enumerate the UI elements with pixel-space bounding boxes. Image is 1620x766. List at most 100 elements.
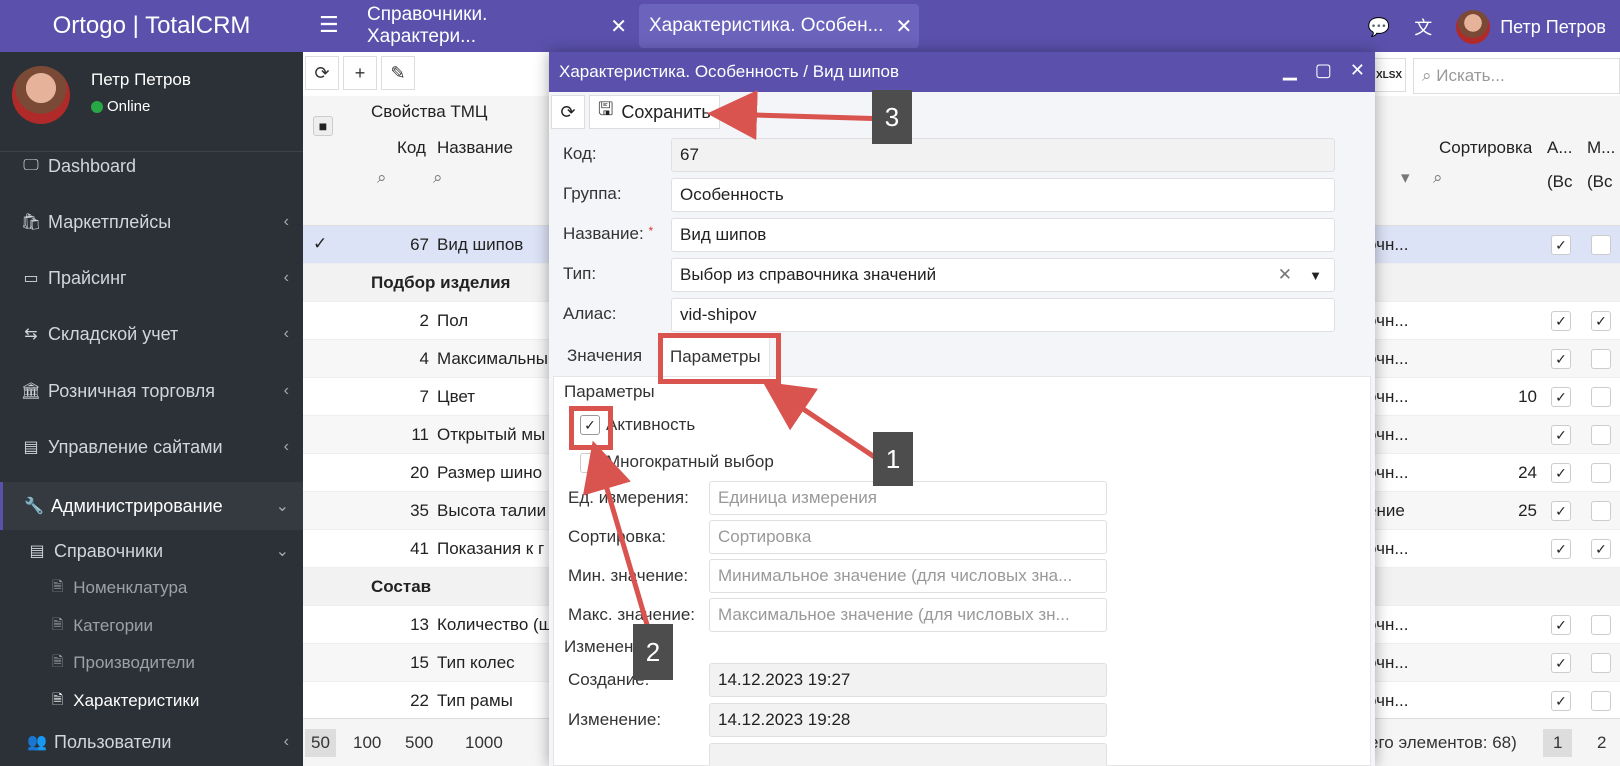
sidebar-item-label: Номенклатура: [73, 578, 188, 597]
column-header-active[interactable]: А...: [1547, 138, 1575, 158]
active-checkbox[interactable]: ✓: [1551, 349, 1571, 369]
filter-multi-select[interactable]: (Вс: [1587, 172, 1620, 192]
sidebar-item-references[interactable]: ▤ Справочники ⌄: [0, 532, 303, 570]
page-size-option[interactable]: 500: [399, 729, 439, 757]
sidebar-subitem-characteristics[interactable]: 🗎 Характеристики: [0, 683, 303, 719]
active-checkbox[interactable]: ✓: [1551, 501, 1571, 521]
language-icon[interactable]: 文: [1414, 14, 1432, 40]
multi-checkbox[interactable]: [1591, 425, 1611, 445]
add-button[interactable]: +: [343, 56, 377, 90]
user-menu[interactable]: Петр Петров: [1456, 10, 1606, 44]
code-cell: 2: [419, 311, 429, 330]
multi-checkbox[interactable]: [1591, 653, 1611, 673]
sidebar-item-sites[interactable]: ▤ Управление сайтами ‹: [0, 427, 303, 467]
close-icon[interactable]: ✕: [895, 14, 912, 39]
sort-cell: 10: [1518, 387, 1537, 406]
max-field[interactable]: Максимальное значение (для числовых зн..…: [709, 598, 1107, 632]
sort-field[interactable]: Сортировка: [709, 520, 1107, 554]
sidebar-item-dashboard[interactable]: 🖵 Dashboard: [0, 146, 303, 186]
maximize-icon[interactable]: ▢: [1315, 60, 1332, 81]
clear-icon[interactable]: ✕: [1278, 265, 1292, 285]
page-size-option[interactable]: 1000: [459, 729, 509, 757]
active-checkbox[interactable]: ✓: [1551, 691, 1571, 711]
sidebar-item-marketplaces[interactable]: 🛍 Маркетплейсы ‹: [0, 202, 303, 242]
min-field[interactable]: Минимальное значение (для числовых зна..…: [709, 559, 1107, 593]
active-checkbox[interactable]: ✓: [1551, 387, 1571, 407]
floppy-icon: 🖫: [598, 99, 614, 119]
tab-references[interactable]: Справочники. Характери... ✕: [357, 4, 627, 48]
close-icon[interactable]: ✕: [1350, 60, 1365, 81]
sidebar-subitem-nomenclature[interactable]: 🗎 Номенклатура: [0, 570, 303, 606]
filter-search-icon[interactable]: ⌕: [377, 168, 387, 188]
filter-active-select[interactable]: (Вс: [1547, 172, 1581, 192]
page-button[interactable]: 2: [1591, 729, 1612, 757]
chat-icon[interactable]: 💬: [1368, 17, 1390, 38]
active-checkbox[interactable]: ✓: [1551, 615, 1571, 635]
tab-values[interactable]: Значения: [567, 346, 642, 366]
multi-checkbox[interactable]: [1591, 501, 1611, 521]
filter-search-icon[interactable]: ⌕: [1433, 168, 1443, 188]
multi-checkbox[interactable]: ✓: [1591, 539, 1611, 559]
chevron-left-icon: ‹: [283, 213, 289, 230]
multi-checkbox[interactable]: ✓: [1591, 311, 1611, 331]
app-brand[interactable]: Ortogo | TotalCRM: [0, 0, 303, 52]
page-size-option[interactable]: 100: [347, 729, 387, 757]
sidebar-item-retail[interactable]: 🏛 Розничная торговля ‹: [0, 371, 303, 411]
code-cell: 13: [410, 615, 429, 634]
chevron-down-icon[interactable]: ▼: [1309, 268, 1322, 283]
multi-checkbox[interactable]: [1591, 235, 1611, 255]
group-field[interactable]: Особенность: [671, 178, 1335, 212]
active-checkbox[interactable]: ✓: [1551, 311, 1571, 331]
code-field[interactable]: 67: [671, 138, 1335, 172]
page-size-option[interactable]: 50: [305, 729, 336, 757]
type-cell: очн...: [1367, 235, 1409, 254]
filter-search-icon[interactable]: ⌕: [433, 168, 443, 188]
column-header-code[interactable]: Код: [397, 138, 426, 158]
multi-checkbox[interactable]: [1591, 349, 1611, 369]
bag-icon: 🛍: [20, 214, 42, 231]
refresh-button[interactable]: ⟳: [551, 95, 585, 129]
sidebar-item-users[interactable]: 👥 Пользователи ‹: [0, 722, 303, 762]
name-field[interactable]: Вид шипов: [671, 218, 1335, 252]
column-header-name[interactable]: Название: [437, 138, 513, 158]
multi-checkbox[interactable]: [1591, 463, 1611, 483]
select-all-checkbox[interactable]: ■: [313, 116, 333, 136]
exchange-icon: ⇆: [24, 326, 38, 343]
alias-field[interactable]: vid-shipov: [671, 298, 1335, 332]
sort-label: Сортировка:: [568, 527, 667, 546]
column-header-multi[interactable]: М...: [1587, 138, 1617, 158]
sidebar-subitem-manufacturers[interactable]: 🗎 Производители: [0, 645, 303, 681]
tab-characteristic[interactable]: Характеристика. Особен... ✕: [639, 4, 919, 48]
type-cell: ение: [1367, 501, 1405, 520]
multi-checkbox[interactable]: [580, 453, 600, 473]
close-icon[interactable]: ✕: [610, 14, 627, 39]
chevron-left-icon: ‹: [283, 382, 289, 399]
multi-checkbox[interactable]: [1591, 387, 1611, 407]
refresh-button[interactable]: ⟳: [305, 56, 339, 90]
active-checkbox[interactable]: ✓: [1551, 539, 1571, 559]
multi-checkbox[interactable]: [1591, 615, 1611, 635]
save-button[interactable]: 🖫 Сохранить: [589, 95, 720, 129]
active-checkbox[interactable]: ✓: [1551, 463, 1571, 483]
menu-icon[interactable]: ☰: [319, 12, 339, 38]
column-header-sort[interactable]: Сортировка: [1439, 138, 1532, 158]
name-cell: Тип рамы: [437, 691, 513, 710]
multi-checkbox[interactable]: [1591, 691, 1611, 711]
page-button[interactable]: 1: [1543, 729, 1573, 757]
export-xlsx-icon[interactable]: XLSX: [1372, 58, 1406, 92]
minimize-icon[interactable]: ▁: [1283, 60, 1297, 81]
active-checkbox[interactable]: ✓: [1551, 425, 1571, 445]
type-select[interactable]: Выбор из справочника значений ✕ ▼: [671, 258, 1335, 292]
filter-dropdown-icon[interactable]: ▾: [1401, 168, 1410, 188]
sidebar-item-admin[interactable]: 🔧 Администрирование ⌄: [0, 482, 303, 530]
sidebar-item-warehouse[interactable]: ⇆ Складской учет ‹: [0, 314, 303, 354]
sidebar-subitem-categories[interactable]: 🗎 Категории: [0, 608, 303, 644]
extra-field: [709, 743, 1107, 766]
active-checkbox[interactable]: ✓: [1551, 235, 1571, 255]
sidebar-item-pricing[interactable]: ▭ Прайсинг ‹: [0, 258, 303, 298]
active-checkbox[interactable]: ✓: [1551, 653, 1571, 673]
edit-button[interactable]: ✎: [381, 56, 415, 90]
annotation-badge-2: 2: [633, 624, 673, 680]
unit-field[interactable]: Единица измерения: [709, 481, 1107, 515]
search-input[interactable]: ⌕ Искать...: [1413, 58, 1620, 94]
